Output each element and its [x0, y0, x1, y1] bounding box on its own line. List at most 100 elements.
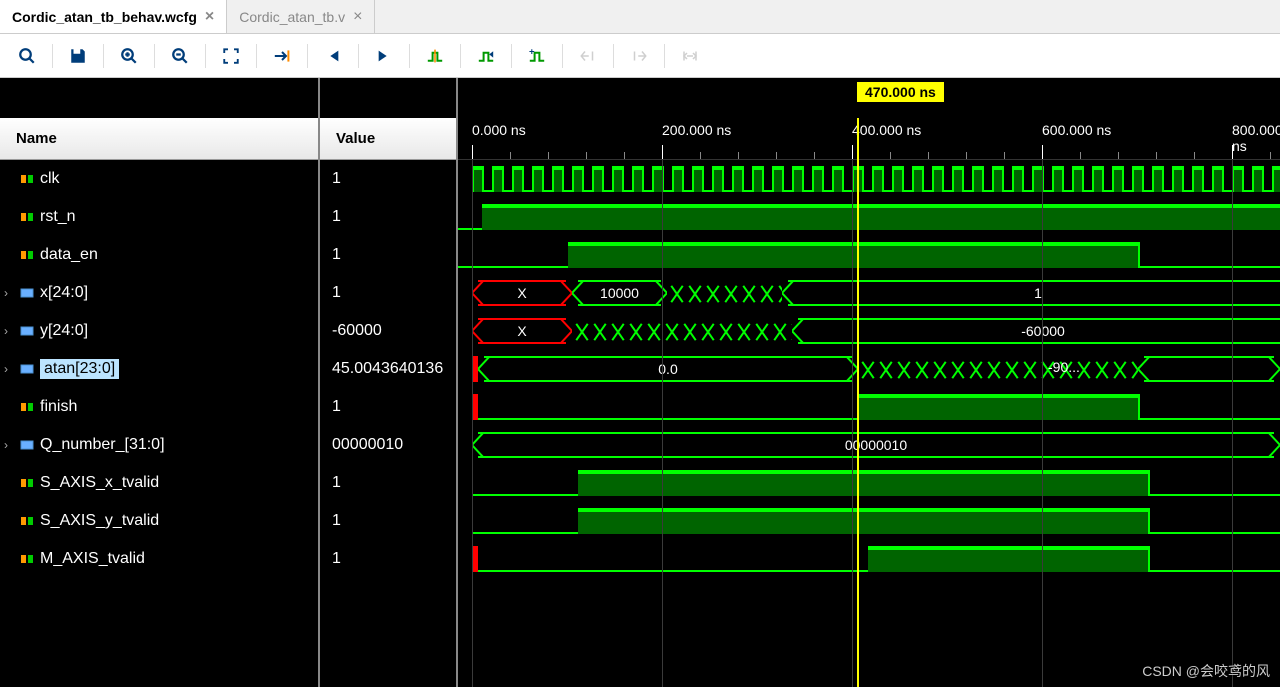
zoom-in-icon[interactable] [110, 40, 148, 72]
signal-value[interactable]: 00000010 [320, 426, 456, 464]
bus-icon [20, 286, 34, 300]
zoom-out-icon[interactable] [161, 40, 199, 72]
swap-both-icon[interactable] [671, 40, 709, 72]
wave-row[interactable] [458, 540, 1280, 578]
toolbar: + [0, 34, 1280, 78]
signal-name: S_AXIS_x_tvalid [40, 474, 159, 492]
signal-value[interactable]: 1 [320, 464, 456, 502]
wave-row[interactable]: 00000010 [458, 426, 1280, 464]
expand-icon[interactable]: › [4, 286, 14, 300]
wave-row[interactable] [458, 160, 1280, 198]
main-area: Name clk rst_n data_en › x[24:0] › y[24:0] › ata… [0, 78, 1280, 687]
signal-value[interactable]: 1 [320, 198, 456, 236]
signal-value[interactable]: 1 [320, 274, 456, 312]
wave-row[interactable] [458, 502, 1280, 540]
bus-value: 10000 [578, 280, 661, 306]
signal-name: S_AXIS_y_tvalid [40, 512, 159, 530]
signal-name: M_AXIS_tvalid [40, 550, 145, 568]
tab-label: Cordic_atan_tb_behav.wcfg [12, 9, 197, 25]
signal-value[interactable]: -60000 [320, 312, 456, 350]
tick-label: 800.000 ns [1232, 122, 1280, 154]
wave-row[interactable]: X-60000 [458, 312, 1280, 350]
tab-label: Cordic_atan_tb.v [239, 9, 345, 25]
cursor-line[interactable] [857, 118, 859, 687]
bus-value: 0.0 [484, 356, 852, 382]
signal-value[interactable]: 1 [320, 388, 456, 426]
save-icon[interactable] [59, 40, 97, 72]
waveform-area[interactable]: 470.000 ns 0.000 ns 200.000 ns 400.000 ns 6… [458, 78, 1280, 687]
signal-name: Q_number_[31:0] [40, 436, 165, 454]
bus-value: X [478, 280, 566, 306]
signal-value[interactable]: 1 [320, 502, 456, 540]
expand-icon[interactable]: › [4, 438, 14, 452]
signal-row[interactable]: data_en [0, 236, 318, 274]
expand-icon[interactable]: › [4, 324, 14, 338]
swap-right-icon[interactable] [620, 40, 658, 72]
name-header[interactable]: Name [0, 118, 318, 160]
signal-value[interactable]: 1 [320, 236, 456, 274]
signal-name: y[24:0] [40, 322, 88, 340]
bit-icon [20, 476, 34, 490]
close-icon[interactable]: × [353, 8, 362, 26]
signal-name: finish [40, 398, 77, 416]
signal-row[interactable]: › Q_number_[31:0] [0, 426, 318, 464]
expand-icon[interactable]: › [4, 362, 14, 376]
close-icon[interactable]: × [205, 8, 214, 26]
signal-row[interactable]: S_AXIS_x_tvalid [0, 464, 318, 502]
time-ruler[interactable]: 0.000 ns 200.000 ns 400.000 ns 600.000 ns 80… [458, 118, 1280, 160]
signal-value[interactable]: 45.0043640136 [320, 350, 456, 388]
signal-name: x[24:0] [40, 284, 88, 302]
signal-row[interactable]: clk [0, 160, 318, 198]
wave-row[interactable] [458, 198, 1280, 236]
tab-active[interactable]: Cordic_atan_tb_behav.wcfg × [0, 0, 227, 33]
signal-row[interactable]: › atan[23:0] [0, 350, 318, 388]
bit-icon [20, 552, 34, 566]
tab-inactive[interactable]: Cordic_atan_tb.v × [227, 0, 375, 33]
wave-row[interactable] [458, 236, 1280, 274]
bit-icon [20, 172, 34, 186]
search-icon[interactable] [8, 40, 46, 72]
cursor-time-badge[interactable]: 470.000 ns [857, 82, 944, 102]
tick-label: 200.000 ns [662, 122, 731, 138]
goto-cursor-icon[interactable] [263, 40, 301, 72]
prev-edge-icon[interactable] [467, 40, 505, 72]
wave-header: 470.000 ns [458, 78, 1280, 118]
name-column[interactable]: Name clk rst_n data_en › x[24:0] › y[24:0] › ata… [0, 78, 320, 687]
tick-label: 0.000 ns [472, 122, 526, 138]
wave-row[interactable]: 0.0-90... [458, 350, 1280, 388]
signal-name: data_en [40, 246, 98, 264]
value-header[interactable]: Value [320, 118, 456, 160]
bus-icon [20, 362, 34, 376]
signal-row[interactable]: › y[24:0] [0, 312, 318, 350]
tab-bar: Cordic_atan_tb_behav.wcfg × Cordic_atan_… [0, 0, 1280, 34]
signal-row[interactable]: finish [0, 388, 318, 426]
signal-name: atan[23:0] [40, 359, 119, 379]
signal-row[interactable]: › x[24:0] [0, 274, 318, 312]
wave-row[interactable] [458, 388, 1280, 426]
prev-trans-icon[interactable] [314, 40, 352, 72]
signal-row[interactable]: S_AXIS_y_tvalid [0, 502, 318, 540]
wave-row[interactable]: X 10000 1 [458, 274, 1280, 312]
tick-label: 400.000 ns [852, 122, 921, 138]
bus-value: -60000 [798, 318, 1280, 344]
bus-icon [20, 324, 34, 338]
zoom-fit-icon[interactable] [212, 40, 250, 72]
signal-row[interactable]: M_AXIS_tvalid [0, 540, 318, 578]
tick-label: 600.000 ns [1042, 122, 1111, 138]
wave-row[interactable] [458, 464, 1280, 502]
signal-value[interactable]: 1 [320, 540, 456, 578]
bit-icon [20, 400, 34, 414]
swap-left-icon[interactable] [569, 40, 607, 72]
bus-value: 1 [788, 280, 1280, 306]
bit-icon [20, 248, 34, 262]
svg-text:+: + [529, 48, 535, 57]
bit-icon [20, 514, 34, 528]
add-marker-icon[interactable] [416, 40, 454, 72]
next-edge-icon[interactable]: + [518, 40, 556, 72]
bus-value [1144, 356, 1274, 382]
signal-row[interactable]: rst_n [0, 198, 318, 236]
value-column[interactable]: Value 1111-6000045.004364013610000001011… [320, 78, 458, 687]
next-trans-icon[interactable] [365, 40, 403, 72]
signal-name: rst_n [40, 208, 76, 226]
signal-value[interactable]: 1 [320, 160, 456, 198]
